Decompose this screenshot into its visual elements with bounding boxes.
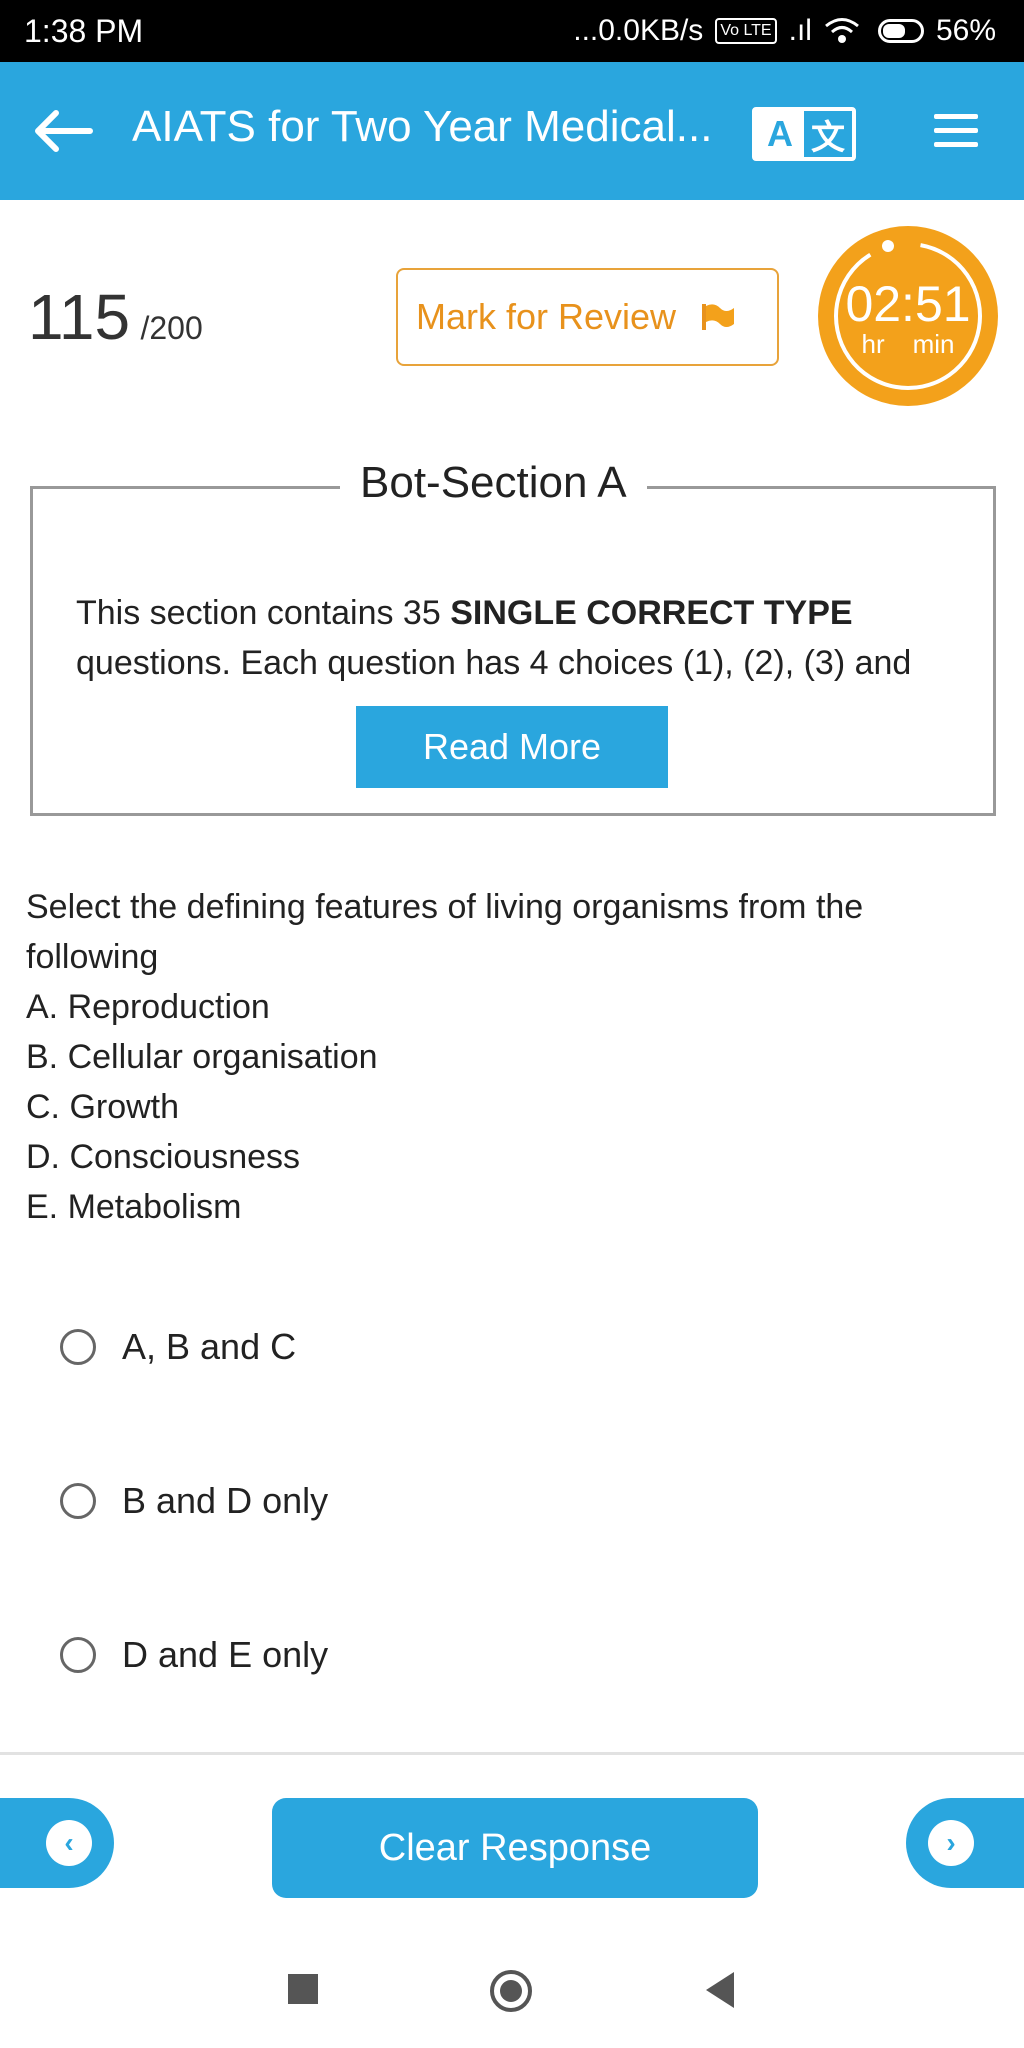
answer-option-2[interactable]: B and D only bbox=[60, 1480, 328, 1522]
radio-button[interactable] bbox=[60, 1483, 96, 1519]
question-item: D. Consciousness bbox=[26, 1138, 301, 1176]
status-bar: 1:38 PM ...0.0KB/s Vo LTE .ıl 56% bbox=[0, 0, 1024, 62]
divider bbox=[0, 1752, 1024, 1755]
answer-option-3[interactable]: D and E only bbox=[60, 1634, 328, 1676]
signal-icon: .ıl bbox=[788, 14, 812, 47]
app-bar: AIATS for Two Year Medical... A 文 bbox=[0, 62, 1024, 200]
home-icon[interactable] bbox=[490, 1970, 532, 2012]
section-title: Bot-Section A bbox=[340, 458, 647, 508]
radio-button[interactable] bbox=[60, 1329, 96, 1365]
system-navigation-bar bbox=[0, 1928, 1024, 2048]
menu-icon-line bbox=[934, 114, 978, 119]
section-desc-bold: SINGLE CORRECT TYPE bbox=[450, 594, 853, 632]
section-description: This section contains 35 SINGLE CORRECT … bbox=[76, 588, 976, 688]
volte-icon: Vo LTE bbox=[715, 18, 777, 44]
arrow-left-icon bbox=[35, 110, 93, 152]
answer-option-label: B and D only bbox=[122, 1480, 329, 1521]
question-counter: 115 /200 bbox=[28, 280, 203, 354]
network-speed: ...0.0KB/s bbox=[573, 14, 704, 47]
question-number: 115 bbox=[28, 281, 131, 353]
timer-ring-icon bbox=[834, 240, 982, 390]
flag-icon bbox=[702, 304, 735, 330]
previous-question-button[interactable]: ‹ bbox=[0, 1798, 114, 1888]
question-text: Select the defining features of living o… bbox=[26, 888, 864, 976]
radio-button[interactable] bbox=[60, 1637, 96, 1673]
section-desc-text-end: questions. Each question has 4 choices (… bbox=[76, 644, 912, 682]
mark-for-review-button[interactable]: Mark for Review bbox=[396, 268, 779, 366]
question-items-list: A. Reproduction B. Cellular organisation… bbox=[26, 982, 378, 1232]
question-item: A. Reproduction bbox=[26, 988, 270, 1026]
menu-icon-line bbox=[934, 142, 978, 147]
chevron-right-icon: › bbox=[928, 1820, 974, 1866]
chevron-left-icon: ‹ bbox=[46, 1820, 92, 1866]
back-button[interactable] bbox=[30, 107, 94, 155]
status-indicators: ...0.0KB/s Vo LTE .ıl 56% bbox=[573, 14, 996, 48]
status-time: 1:38 PM bbox=[24, 12, 144, 49]
menu-button[interactable] bbox=[934, 114, 978, 154]
wifi-icon bbox=[825, 18, 859, 43]
question-item: B. Cellular organisation bbox=[26, 1038, 378, 1076]
read-more-button[interactable]: Read More bbox=[356, 706, 668, 788]
app-title: AIATS for Two Year Medical... bbox=[132, 102, 713, 151]
section-desc-text: This section contains 35 bbox=[76, 594, 451, 632]
answer-option-label: D and E only bbox=[122, 1634, 329, 1675]
lang-option-hindi[interactable]: 文 bbox=[804, 111, 852, 157]
question-total: /200 bbox=[140, 310, 203, 346]
mark-for-review-label: Mark for Review bbox=[416, 296, 677, 337]
clear-response-button[interactable]: Clear Response bbox=[272, 1798, 758, 1898]
battery-icon bbox=[877, 19, 924, 43]
lang-option-english[interactable]: A bbox=[756, 111, 804, 157]
menu-icon-line bbox=[934, 128, 978, 133]
back-triangle-icon[interactable] bbox=[706, 1972, 734, 2008]
countdown-timer: 02:51 hr min bbox=[818, 226, 998, 406]
recent-apps-icon[interactable] bbox=[288, 1974, 318, 2004]
question-item: E. Metabolism bbox=[26, 1188, 242, 1226]
next-question-button[interactable]: › bbox=[906, 1798, 1024, 1888]
battery-level: 56% bbox=[935, 14, 996, 47]
question-item: C. Growth bbox=[26, 1088, 180, 1126]
language-toggle-button[interactable]: A 文 bbox=[752, 107, 856, 161]
answer-option-1[interactable]: A, B and C bbox=[60, 1326, 296, 1368]
answer-option-label: A, B and C bbox=[122, 1326, 297, 1367]
